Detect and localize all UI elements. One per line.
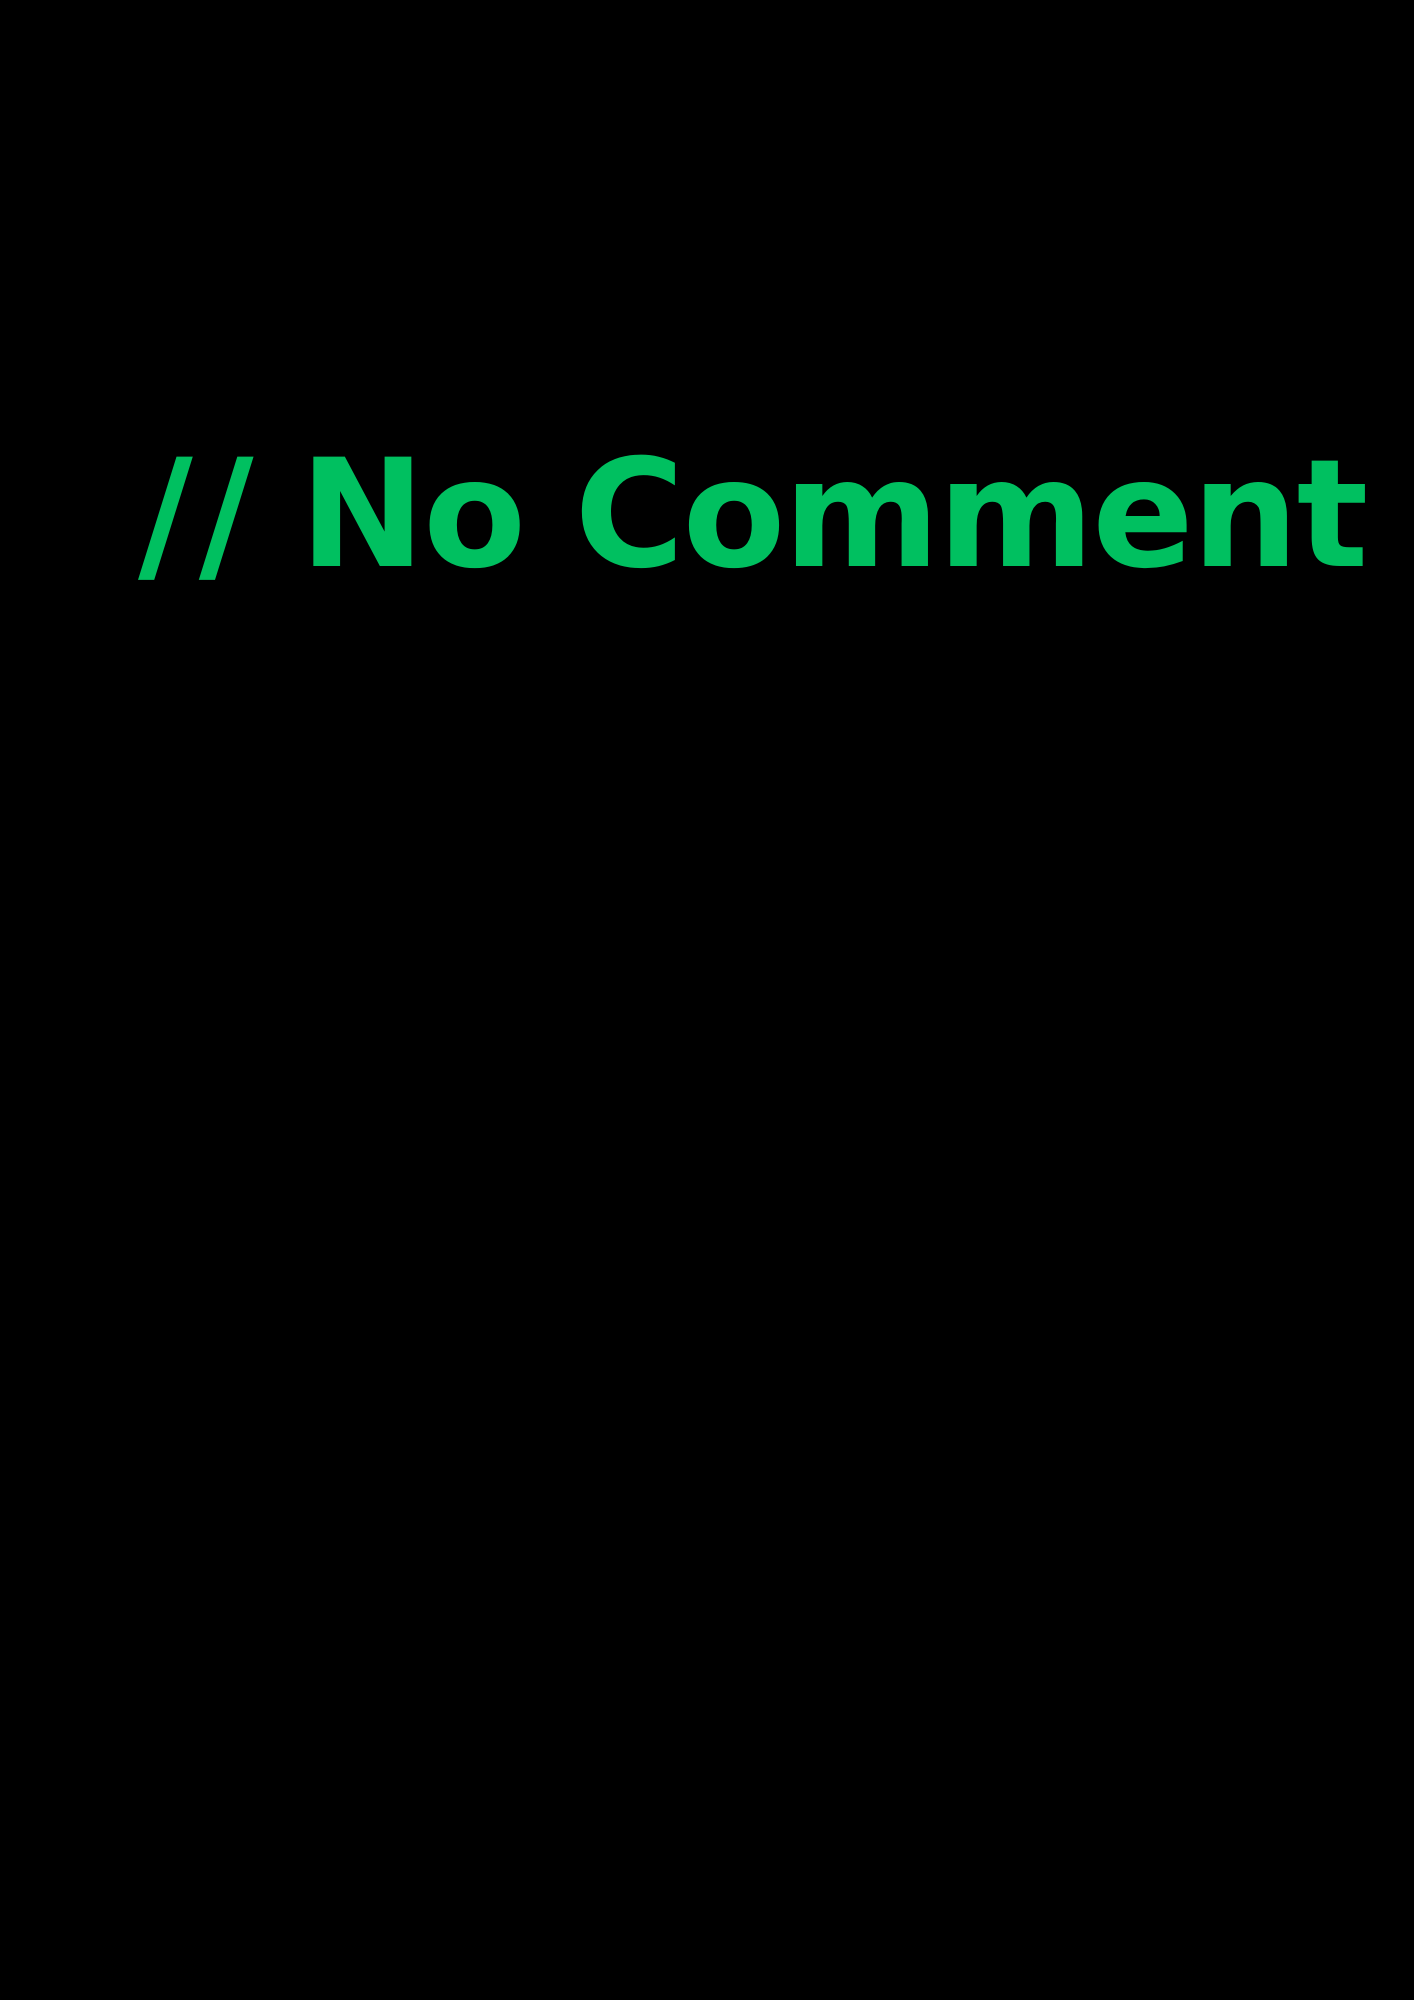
comment-marker: // [138, 428, 260, 602]
comment-text: No Comment [299, 428, 1369, 602]
page: //No Comment [0, 0, 1414, 2000]
comment-heading: //No Comment [138, 428, 1368, 602]
